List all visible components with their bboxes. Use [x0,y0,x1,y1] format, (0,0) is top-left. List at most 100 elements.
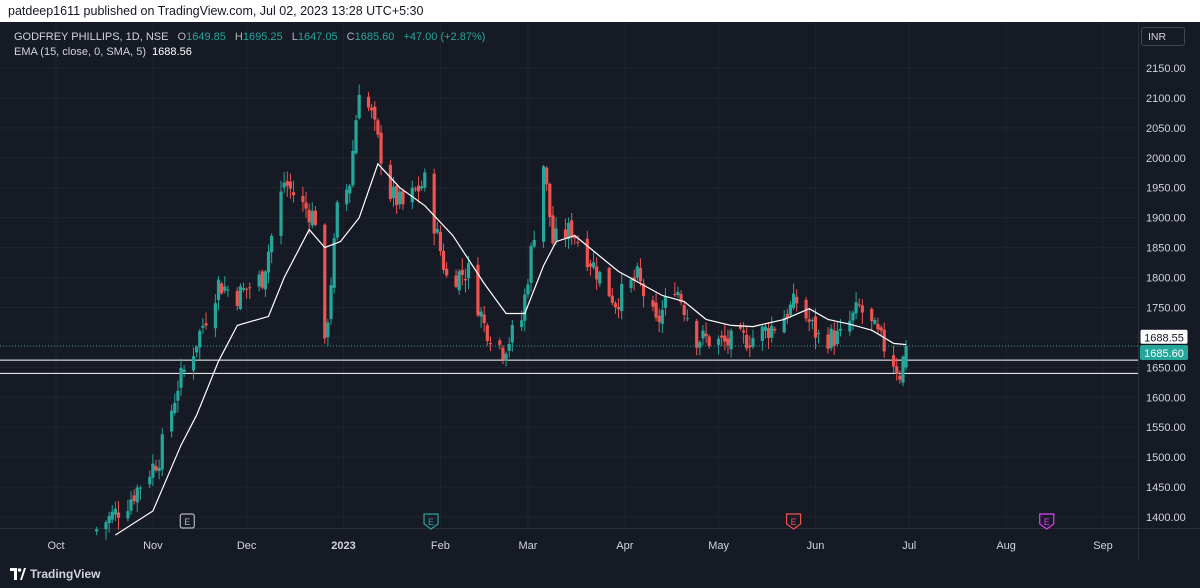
candle-up[interactable] [329,285,333,320]
candle-up[interactable] [620,283,624,311]
candle-up[interactable] [676,291,680,295]
candle-up[interactable] [520,320,524,328]
candle-up[interactable] [507,343,511,352]
candle-down[interactable] [285,181,289,186]
candle-up[interactable] [526,284,530,295]
candle-up[interactable] [479,311,483,317]
candle-down[interactable] [570,220,574,238]
candle-down[interactable] [741,330,746,333]
candle-up[interactable] [816,333,821,335]
candle-down[interactable] [766,328,771,338]
candle-down[interactable] [832,330,836,347]
candle-down[interactable] [379,132,383,164]
candle-down[interactable] [545,167,549,185]
candle-down[interactable] [248,287,252,289]
candle-up[interactable] [348,185,352,194]
candle-up[interactable] [791,293,796,309]
candle-down[interactable] [607,267,611,297]
candle-up[interactable] [279,191,283,236]
candle-up[interactable] [466,263,471,279]
candle-down[interactable] [220,283,224,294]
candle-down[interactable] [204,323,208,326]
candle-down[interactable] [454,275,458,287]
candle-up[interactable] [760,326,764,341]
candle-down[interactable] [773,328,777,331]
currency-button[interactable]: INR [1141,27,1185,46]
candle-up[interactable] [398,191,402,205]
candle-down[interactable] [588,263,593,267]
candle-up[interactable] [391,186,396,199]
candle-down[interactable] [388,164,393,200]
candle-up[interactable] [195,346,199,353]
candle-down[interactable] [616,306,621,310]
candle-down[interactable] [748,345,752,348]
candle-up[interactable] [523,294,527,321]
candle-up[interactable] [810,320,814,322]
candle-down[interactable] [695,320,699,348]
candle-down[interactable] [657,315,661,323]
candle-down[interactable] [376,120,380,135]
candle-up[interactable] [226,289,230,291]
candle-up[interactable] [554,228,558,241]
candle-up[interactable] [685,318,689,320]
candle-down[interactable] [595,266,599,280]
candle-down[interactable] [563,229,568,239]
candle-down[interactable] [720,335,724,338]
candle-down[interactable] [498,340,502,345]
candle-down[interactable] [132,495,136,501]
candle-up[interactable] [113,508,117,515]
candle-down[interactable] [463,279,468,281]
candle-up[interactable] [510,325,514,343]
candle-up[interactable] [357,94,361,119]
chart-panel[interactable]: 1400.00 1450.00 1500.00 1550.00 1600.00 1650.… [0,22,1200,560]
candle-down[interactable] [654,302,658,318]
candle-down[interactable] [441,250,446,271]
candle-up[interactable] [529,246,533,283]
candle-down[interactable] [366,96,371,108]
candle-down[interactable] [673,294,677,296]
candle-down[interactable] [445,268,449,276]
candle-down[interactable] [723,335,727,342]
candle-down[interactable] [307,209,311,223]
candle-up[interactable] [701,330,705,339]
candle-down[interactable] [682,305,686,316]
candle-up[interactable] [904,346,908,368]
candle-down[interactable] [860,305,864,313]
candle-down[interactable] [373,106,377,120]
candle-up[interactable] [420,186,424,189]
candle-up[interactable] [201,325,205,328]
candle-up[interactable] [354,120,358,154]
candle-up[interactable] [698,342,702,348]
candle-up[interactable] [182,369,186,372]
candle-down[interactable] [651,300,655,307]
candle-down[interactable] [726,338,730,346]
candle-down[interactable] [892,355,896,367]
candle-up[interactable] [176,390,180,401]
candle-down[interactable] [876,324,880,330]
candle-up[interactable] [160,434,164,470]
candle-down[interactable] [895,366,899,374]
candle-down[interactable] [438,231,443,252]
candle-up[interactable] [410,187,414,203]
candle-up[interactable] [257,274,261,287]
candle-up[interactable] [310,210,314,226]
candle-up[interactable] [332,238,336,288]
candle-down[interactable] [488,343,493,345]
candle-down[interactable] [485,325,489,342]
candle-down[interactable] [795,296,799,304]
candle-up[interactable] [107,516,111,523]
candle-down[interactable] [613,303,618,308]
candlestick-chart[interactable]: 1400.00 1450.00 1500.00 1550.00 1600.00 1650.… [0,22,1200,560]
candle-down[interactable] [738,326,743,329]
candle-down[interactable] [704,333,708,337]
candle-down[interactable] [585,238,589,268]
candle-down[interactable] [413,188,418,190]
candle-up[interactable] [435,228,439,233]
candle-down[interactable] [416,185,421,192]
candle-up[interactable] [457,271,461,291]
candle-up[interactable] [829,328,833,349]
candle-down[interactable] [857,304,861,306]
candle-up[interactable] [598,272,602,284]
candle-up[interactable] [854,302,858,314]
candle-up[interactable] [266,251,271,273]
